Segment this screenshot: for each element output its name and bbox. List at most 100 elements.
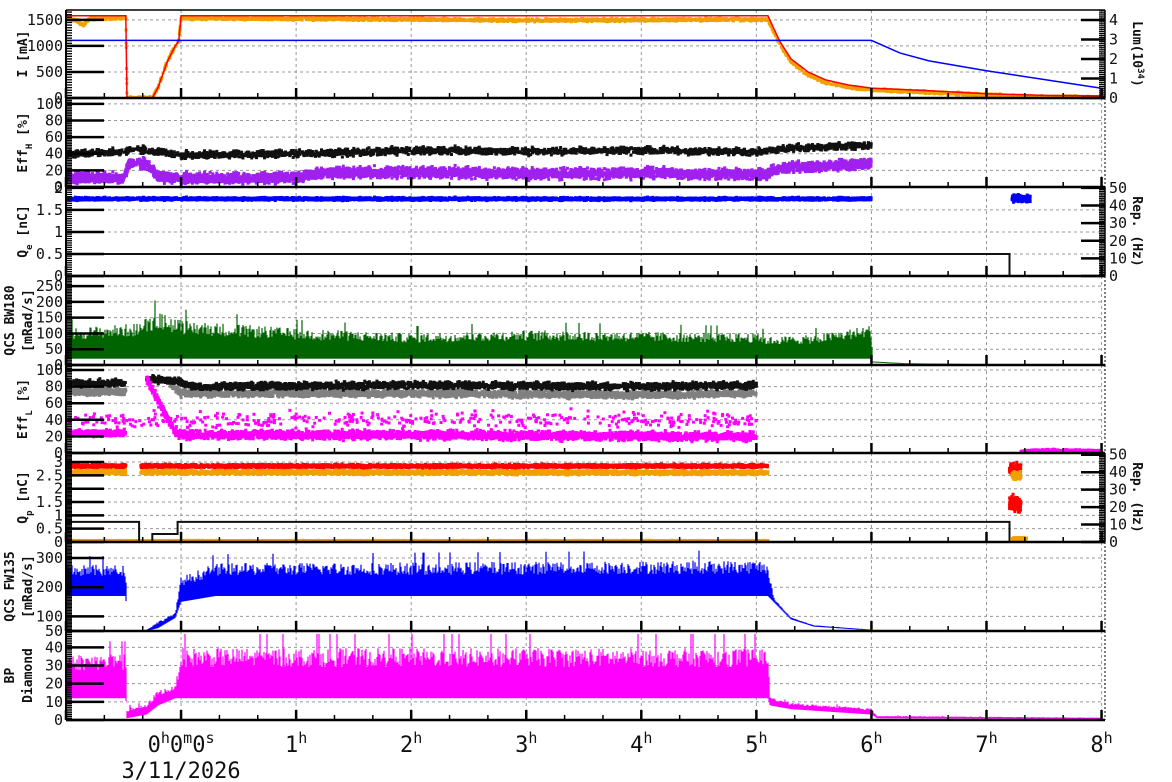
ler-current-point [840,84,844,88]
effh-total-point [591,151,595,155]
ler-current-point [740,18,744,22]
ler-current-point [722,18,726,22]
ler-current-point [446,18,450,22]
ler-current-point [396,18,400,22]
ler-current-point [518,18,522,22]
ler-current-point [535,17,539,21]
ler-current-point [681,17,685,21]
ler-current-point [334,16,338,20]
ler-current-point [426,18,430,22]
ler-current-point [109,17,113,21]
panel-2-marks [66,141,873,186]
ler-current-point [825,81,829,85]
ler-current-point [455,17,459,21]
ler-current-point [669,18,673,22]
effh-total-point [288,153,292,157]
ler-current-point [277,17,281,21]
effh-total-point [449,152,453,156]
ler-current-point [367,17,371,21]
ler-current-point [851,87,855,91]
effh-total-point [266,154,270,158]
effh-total-point [205,156,209,160]
ler-current-point [492,18,496,22]
ler-current-point [700,18,704,22]
ler-current-point [268,17,272,21]
ler-current-point [344,17,348,21]
ler-current-point [931,91,935,95]
ler-current-point [809,74,813,78]
ler-current-point [759,18,763,22]
ler-current-point [415,18,419,22]
effh-total-point [371,152,375,156]
ler-current-point [322,17,326,21]
effh-total-point [513,152,517,156]
ler-current-point [751,17,755,21]
effh-total-point [629,153,633,157]
ler-current-point [485,19,489,23]
ler-current-point [210,16,214,20]
ler-current-point [599,18,603,22]
ler-current-point [513,19,517,23]
ler-current-point [202,17,206,21]
ler-current-point [556,18,560,22]
ler-current-point [525,19,529,23]
ler-current-point [577,18,581,22]
ler-current-point [580,17,584,21]
ler-current-point [694,18,698,22]
ler-current-point [206,17,210,21]
ler-current-point [889,89,893,93]
ler-current-point [875,88,879,92]
ler-current-point [354,18,358,22]
effh-total-point [559,146,563,150]
ler-current-point [719,17,723,21]
ler-current-point [496,18,500,22]
ler-current-point [509,18,513,22]
ler-current-point [791,62,795,66]
ler-current-point [329,17,333,21]
panel-1-marks [66,14,1103,98]
her-current-line [66,14,1102,98]
ler-current-point [284,17,288,21]
ler-current-point [305,17,309,21]
ler-current-point [370,16,374,20]
ler-current-point [574,19,578,23]
effh-total-point [686,153,690,157]
ler-current-point [709,16,713,20]
ler-current-point [592,18,596,22]
ler-current-point [270,18,274,22]
ler-current-point [387,16,391,20]
ler-current-point [422,17,426,21]
ler-current-point [689,19,693,23]
ler-current-point [820,80,824,84]
ler-current-point [755,17,759,21]
ler-current-point [462,17,466,21]
beam-monitor-chart: 050010001500I [mA]01234Lum(1034)02040608… [3,9,1145,782]
ler-current-point [433,18,437,22]
ler-current-point [459,18,463,22]
ler-current-point [234,16,238,20]
ler-current-point [552,17,556,21]
ler-current-point [475,18,479,22]
ler-current-point [972,93,976,97]
ler-current-point [119,17,123,21]
ler-current-point [938,92,942,96]
ler-current-point [716,18,720,22]
ler-current-point [629,19,633,23]
effh-total-point [120,148,124,152]
ler-current-point [742,19,746,23]
effh-total-point [648,151,652,155]
ler-current-point [418,18,422,22]
ler-current-point [538,18,542,22]
ler-current-point [254,17,258,21]
ler-current-point [339,17,343,21]
ler-current-point [78,23,82,27]
ler-current-point [615,17,619,21]
ler-current-point [806,73,810,77]
ler-current-point [639,17,643,21]
effh-total-point [114,152,118,156]
ler-current-point [856,87,860,91]
ler-current-point [250,17,254,21]
ler-current-point [191,16,195,20]
ler-current-point [213,17,217,21]
ler-current-point [561,18,565,22]
